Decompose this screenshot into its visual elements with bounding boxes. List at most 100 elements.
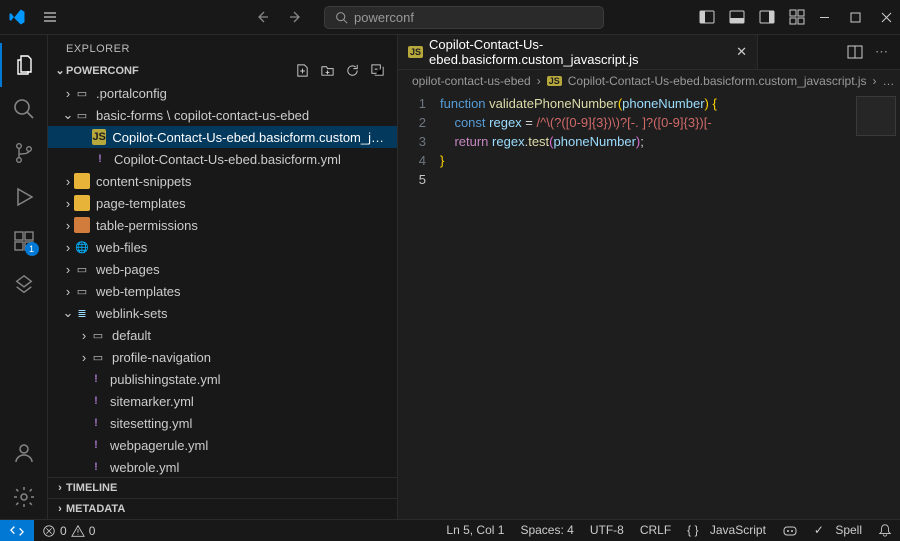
refresh-button[interactable] [345,63,360,78]
js-file-icon: JS [408,46,423,58]
command-center-search[interactable]: powerconf [324,6,604,29]
tree-file-yml[interactable]: !sitesetting.yml [48,412,397,434]
yml-file-icon: ! [88,459,104,475]
split-editor-button[interactable] [847,44,863,60]
app-menu-button[interactable] [36,5,64,29]
new-folder-button[interactable] [320,63,335,78]
layout-panel-icon[interactable] [729,9,745,25]
window-close-button[interactable] [881,12,892,23]
tree-file-yml[interactable]: !publishingstate.yml [48,368,397,390]
copilot-icon [782,523,798,539]
power-platform-icon [13,274,35,296]
folder-icon [74,195,90,211]
yml-file-icon: ! [88,415,104,431]
tree-file-yml[interactable]: !webrole.yml [48,456,397,477]
status-copilot[interactable] [774,523,806,539]
search-text: powerconf [354,10,414,25]
folder-icon: ▭ [90,327,106,343]
tree-file-yml[interactable]: !sitemarker.yml [48,390,397,412]
breadcrumb-overflow: … [883,74,895,88]
nav-back-button[interactable] [254,9,270,25]
status-notifications[interactable] [870,523,900,537]
collapse-all-button[interactable] [370,63,385,78]
tree-folder[interactable]: ›▭web-pages [48,258,397,280]
code-editor[interactable]: 1 2 3 4 5 function validatePhoneNumber(p… [398,92,900,519]
line-gutter: 1 2 3 4 5 [398,94,440,519]
warning-icon [71,524,85,538]
status-problems[interactable]: 0 0 [34,520,103,541]
tree-folder[interactable]: ›content-snippets [48,170,397,192]
folder-icon: ▭ [74,261,90,277]
folder-icon: 🌐 [74,239,90,255]
status-encoding[interactable]: UTF-8 [582,523,632,537]
breadcrumb[interactable]: opilot-contact-us-ebed › JS Copilot-Cont… [398,70,900,92]
file-tree: ›▭.portalconfig ⌄▭basic-forms \ copilot-… [48,82,397,477]
code-content: function validatePhoneNumber(phoneNumber… [440,94,717,519]
tree-folder[interactable]: ›▭profile-navigation [48,346,397,368]
tree-folder[interactable]: ⌄≣weblink-sets [48,302,397,324]
tree-file-yml[interactable]: !Copilot-Contact-Us-ebed.basicform.yml [48,148,397,170]
metadata-section[interactable]: ›METADATA [48,498,397,519]
breadcrumb-separator: › [537,74,541,88]
tab-close-button[interactable]: ✕ [736,44,747,60]
search-icon [12,97,36,121]
tree-folder[interactable]: ›▭web-templates [48,280,397,302]
customize-layout-icon[interactable] [789,9,805,25]
activity-extensions[interactable]: 1 [0,219,48,263]
extensions-badge: 1 [25,242,39,256]
search-icon [335,11,348,24]
sidebar-title: EXPLORER [48,35,397,59]
branch-icon [12,141,36,165]
activity-power-platform[interactable] [0,263,48,307]
layout-secondary-icon[interactable] [759,9,775,25]
minimap[interactable] [856,96,896,136]
timeline-section[interactable]: ›TIMELINE [48,477,397,498]
tree-folder[interactable]: ›🌐web-files [48,236,397,258]
activity-settings[interactable] [0,475,48,519]
status-eol[interactable]: CRLF [632,523,679,537]
more-actions-button[interactable]: ⋯ [875,44,888,60]
breadcrumb-segment[interactable]: opilot-contact-us-ebed [412,74,531,88]
tree-folder[interactable]: ›table-permissions [48,214,397,236]
editor-area: JS Copilot-Contact-Us-ebed.basicform.cus… [398,35,900,519]
window-maximize-button[interactable] [850,12,861,23]
yml-file-icon: ! [88,393,104,409]
vscode-logo-icon [8,8,26,26]
editor-tab[interactable]: JS Copilot-Contact-Us-ebed.basicform.cus… [398,35,758,69]
activity-explorer[interactable] [0,43,48,87]
folder-icon [74,217,90,233]
remote-indicator[interactable] [0,520,34,541]
status-indentation[interactable]: Spaces: 4 [512,523,581,537]
folder-icon [74,173,90,189]
activity-accounts[interactable] [0,431,48,475]
editor-tabs: JS Copilot-Contact-Us-ebed.basicform.cus… [398,35,900,70]
activity-search[interactable] [0,87,48,131]
tree-folder[interactable]: ›▭default [48,324,397,346]
tree-folder[interactable]: ⌄▭basic-forms \ copilot-contact-us-ebed [48,104,397,126]
nav-forward-button[interactable] [288,9,304,25]
breadcrumb-segment[interactable]: Copilot-Contact-Us-ebed.basicform.custom… [568,74,867,88]
bell-icon [878,523,892,537]
tree-folder[interactable]: ›page-templates [48,192,397,214]
folder-icon: ▭ [74,85,90,101]
gear-icon [12,485,36,509]
activity-run-debug[interactable] [0,175,48,219]
status-spell[interactable]: ✓ Spell [806,523,870,537]
folder-section-header[interactable]: ⌄ POWERCONF [48,59,397,82]
new-file-button[interactable] [295,63,310,78]
status-language[interactable]: { } JavaScript [679,523,774,537]
status-cursor-position[interactable]: Ln 5, Col 1 [438,523,512,537]
folder-icon: ▭ [90,349,106,365]
files-icon [13,53,37,77]
tree-file-js[interactable]: JSCopilot-Contact-Us-ebed.basicform.cust… [48,126,397,148]
tree-folder[interactable]: ›▭.portalconfig [48,82,397,104]
layout-primary-icon[interactable] [699,9,715,25]
workspace-name: POWERCONF [66,65,139,77]
folder-icon: ≣ [74,305,90,321]
yml-file-icon: ! [88,371,104,387]
error-icon [42,524,56,538]
tree-file-yml[interactable]: !webpagerule.yml [48,434,397,456]
activity-source-control[interactable] [0,131,48,175]
window-minimize-button[interactable] [819,12,830,23]
folder-icon: ▭ [74,283,90,299]
